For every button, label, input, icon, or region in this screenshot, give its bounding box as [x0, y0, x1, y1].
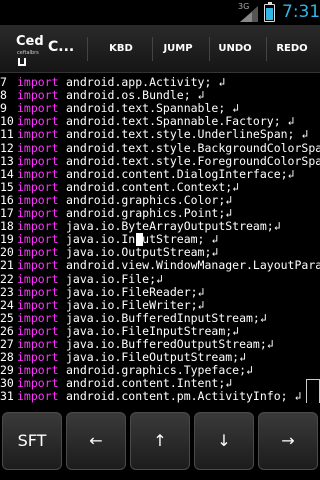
- scroll-handle[interactable]: [306, 379, 320, 403]
- document-icon: [18, 58, 26, 66]
- status-bar: 3G 7:31: [0, 0, 320, 25]
- shift-key[interactable]: SFT: [2, 412, 62, 470]
- battery-icon: [264, 2, 275, 22]
- battery-level: [266, 8, 273, 20]
- jump-button[interactable]: JUMP: [156, 39, 200, 59]
- app-logo-subtext: ceftalbrs: [17, 50, 39, 56]
- divider: [209, 37, 210, 61]
- arrow-left-key[interactable]: ←: [66, 412, 126, 470]
- clock: 7:31: [282, 2, 320, 22]
- kbd-button[interactable]: KBD: [98, 39, 144, 59]
- divider: [152, 37, 153, 61]
- text-cursor: [136, 233, 143, 247]
- divider: [87, 37, 88, 61]
- arrow-right-key[interactable]: →: [258, 412, 318, 470]
- app-logo-text: Ced: [16, 34, 44, 49]
- app-icon[interactable]: Ced ceftalbrs: [14, 32, 44, 68]
- line-number: 31: [0, 389, 14, 403]
- undo-button[interactable]: UNDO: [213, 39, 257, 59]
- divider: [266, 37, 267, 61]
- arrow-down-key[interactable]: ↓: [194, 412, 254, 470]
- code-text: android.content.pm.ActivityInfo; ↲: [66, 389, 302, 403]
- redo-button[interactable]: REDO: [270, 39, 314, 59]
- code-line: 31 import android.content.pm.ActivityInfo;…: [0, 389, 320, 403]
- key-bar: SFT ← ↑ ↓ →: [0, 403, 320, 480]
- signal-icon: [240, 6, 258, 22]
- arrow-up-key[interactable]: ↑: [130, 412, 190, 470]
- action-bar: Ced ceftalbrs C... KBD JUMP UNDO REDO: [0, 25, 320, 73]
- keyword: import: [17, 389, 59, 403]
- file-title: C...: [48, 39, 75, 55]
- code-editor[interactable]: 7 import android.app.Activity; ↲ 8 import and…: [0, 73, 320, 403]
